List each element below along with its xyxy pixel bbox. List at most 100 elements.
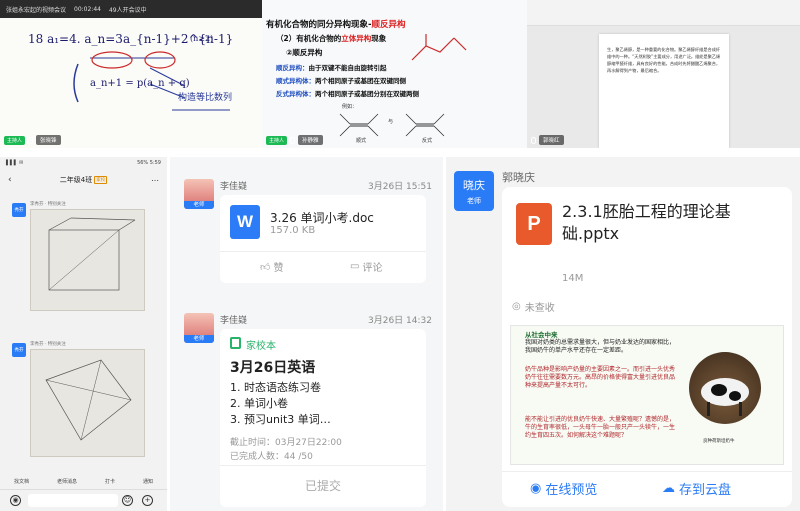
notice-button[interactable]: 通知 — [143, 478, 153, 485]
find-docs-button[interactable]: 找文档 — [14, 478, 29, 485]
file-name: 3.26 单词小考.doc — [270, 211, 374, 225]
host-tag: 主持人 — [4, 135, 26, 145]
ppt-file-card[interactable]: P 2.3.1胚胎工程的理论基础.pptx 14M ◎ 未查收 从社会中来 我国… — [502, 187, 792, 507]
avatar[interactable]: 老师 — [184, 179, 214, 209]
whiteboard-note: 构造等比数列 — [178, 93, 233, 103]
slide-def-1: 顺反异构：由于双键不能自由旋转引起 — [276, 62, 387, 72]
speaker-name: 孙静雅 — [298, 135, 323, 145]
ppt-preview-thumbnail[interactable]: 从社会中来 我国对奶类的总需求量很大，但与奶业发达的国家相比，我国奶牛的单产水平… — [510, 325, 784, 465]
teacher-messages-button[interactable]: 老师消息 — [57, 478, 77, 485]
homework-item: 3. 预习unit3 单词… — [230, 413, 331, 426]
meeting-participants: 49人开会议中 — [108, 6, 147, 14]
geometry-drawing — [45, 359, 132, 441]
group-tag: 家校 — [94, 176, 108, 184]
def1-label: 顺反异构： — [276, 64, 309, 72]
homework-photo[interactable] — [30, 349, 145, 457]
avatar-name: 晓庆 — [463, 179, 485, 192]
def1-text: 由于双键不能自由旋转引起 — [308, 64, 387, 72]
emoji-icon[interactable]: ☺ — [122, 495, 133, 506]
ppt-file-icon: P — [516, 203, 552, 245]
doc-toolbar — [527, 0, 800, 26]
group-name: 二年级4班 — [59, 176, 93, 184]
plus-icon[interactable]: + — [142, 495, 153, 506]
slide-sub-highlight: 立体异构 — [341, 34, 372, 43]
voice-icon[interactable]: ◉ — [10, 495, 21, 506]
avatar-role: 老师 — [467, 197, 481, 205]
unread-status: ◎ 未查收 — [512, 299, 555, 314]
host-tag: 主持人 — [266, 135, 288, 145]
card-divider — [220, 465, 426, 466]
avatar[interactable]: 秀芬 — [12, 203, 26, 217]
molecule-sketch — [411, 34, 467, 61]
cloud-icon: ☁ — [662, 481, 675, 496]
status-left: ▌▌▌ ✉ — [6, 160, 24, 166]
avatar[interactable]: 晓庆 老师 — [454, 171, 494, 211]
homework-deadline: 截止时间：03月27日22:00 — [230, 438, 342, 448]
cis-label: 顺式 — [356, 138, 367, 144]
homework-brand: 家校本 — [246, 341, 276, 352]
like-button[interactable]: 👍︎ 赞 — [260, 259, 284, 275]
message-input[interactable] — [28, 494, 118, 507]
teacher-chat-panel: 老师 李佳嶷 3月26日 15:51 W 3.26 单词小考.doc 157.0… — [170, 157, 443, 511]
file-name: 2.3.1胚胎工程的理论基础.pptx — [562, 202, 731, 243]
homework-book-icon — [230, 337, 241, 349]
checkin-button[interactable]: 打卡 — [105, 478, 115, 485]
submitted-button[interactable]: 已提交 — [220, 477, 426, 494]
save-to-cloud-label: 存到云盘 — [679, 483, 732, 498]
member-name: 李秀芬 · 特别关注 — [30, 342, 66, 347]
phone-header: ‹ 二年级4班 家校 ⋯ — [0, 169, 167, 191]
preview-paragraph: 能不能让引进的优良奶牛快速、大量繁殖呢？遗憾的是，牛的生育率很低，一头母牛一胎一… — [525, 416, 676, 439]
online-preview-button[interactable]: ◉ 在线预览 — [530, 479, 597, 498]
homework-card[interactable]: 家校本 3月26日英语 1. 时态语态练习卷 2. 单词小卷 3. 预习unit… — [220, 329, 426, 507]
speaker-badge-1: 主持人 张晓锋 — [4, 135, 61, 145]
file-size: 14M — [562, 273, 584, 284]
preview-paragraph: 我国对奶类的总需求量很大，但与奶业发达的国家相比，我国奶牛的单产水平还存在一定差… — [525, 339, 676, 354]
file-card[interactable]: W 3.26 单词小考.doc 157.0 KB 👍︎ 赞 ▭ 评论 — [220, 195, 426, 283]
def3-text: 两个相同原子或基团分别在双键两侧 — [315, 90, 419, 98]
meeting-topbar: 张姐永宏起的视频会议 00:02:44 49人开会议中 — [0, 0, 262, 18]
slide-subtitle: （2）有机化合物的立体异构现象 — [276, 33, 386, 44]
card-divider — [502, 471, 792, 472]
doc-text: 生，聚乙烯醇，是一种重要的化合物。聚乙烯醇纤维是合成纤维中的一种。“天然树胶”主… — [607, 47, 721, 73]
teacher-badge: 老师 — [184, 201, 214, 209]
slide-panel: 有机化合物的同分异构现象-顺反异构 （2）有机化合物的立体异构现象 ②顺反异构 … — [262, 0, 527, 148]
geometry-drawing — [48, 217, 136, 291]
status-right: 56% 5:59 — [137, 160, 161, 166]
sender-name: 李佳嶷 — [220, 182, 248, 192]
like-label: 赞 — [273, 263, 284, 274]
teacher-badge: 老师 — [184, 335, 214, 343]
save-to-cloud-button[interactable]: ☁ 存到云盘 — [662, 479, 731, 498]
and-label: 与 — [388, 119, 394, 125]
slide-title-highlight: 顺反异构 — [371, 20, 406, 30]
message-time: 3月26日 15:51 — [368, 182, 432, 192]
online-preview-label: 在线预览 — [545, 483, 598, 498]
avatar[interactable]: 秀芬 — [12, 343, 26, 357]
slide-def-3: 反式异构体：两个相同原子或基团分别在双键两侧 — [276, 88, 419, 98]
whiteboard-tail: (n≥2) — [190, 34, 214, 43]
document-panel: 生，聚乙烯醇，是一种重要的化合物。聚乙烯醇纤维是合成纤维中的一种。“天然树胶”主… — [527, 0, 800, 148]
cow-photo — [689, 352, 761, 424]
ppt-message-panel: 晓庆 老师 郭晓庆 P 2.3.1胚胎工程的理论基础.pptx 14M ◎ 未查… — [446, 157, 800, 511]
comment-button[interactable]: ▭ 评论 — [350, 259, 382, 274]
preview-paragraph: 奶牛品种是影响产奶量的主要因素之一。而引进一头优秀奶牛往往需要数万元。高昂的价格… — [525, 366, 676, 389]
homework-item: 1. 时态语态练习卷 — [230, 381, 321, 394]
speaker-badge-2: 主持人 孙静雅 — [266, 135, 323, 145]
homework-title: 3月26日英语 — [230, 360, 316, 376]
slide-title: 有机化合物的同分异构现象-顺反异构 — [266, 18, 406, 30]
comment-icon: ▭ — [350, 261, 360, 272]
eye-icon: ◎ — [512, 301, 521, 312]
screenshot-collage: { "video_call": { "topbar_title": "张姐永宏起… — [0, 0, 800, 511]
thumbs-up-icon: 👍︎ — [260, 261, 271, 273]
homework-done-count: 已完成人数：44 /50 — [230, 452, 313, 462]
def3-label: 反式异构体： — [276, 90, 315, 98]
back-icon[interactable]: ‹ — [8, 175, 12, 185]
unread-label: 未查收 — [524, 303, 555, 314]
cow-illustration — [701, 378, 749, 416]
homework-photo[interactable] — [30, 209, 145, 311]
sender-name: 郭晓庆 — [502, 171, 535, 184]
quick-action-bar: 找文档 老师消息 打卡 通知 — [0, 473, 167, 489]
avatar[interactable]: 老师 — [184, 313, 214, 343]
more-icon[interactable]: ⋯ — [151, 176, 159, 185]
preview-heading: 从社会中来 — [525, 331, 558, 339]
mic-icon — [28, 136, 34, 144]
